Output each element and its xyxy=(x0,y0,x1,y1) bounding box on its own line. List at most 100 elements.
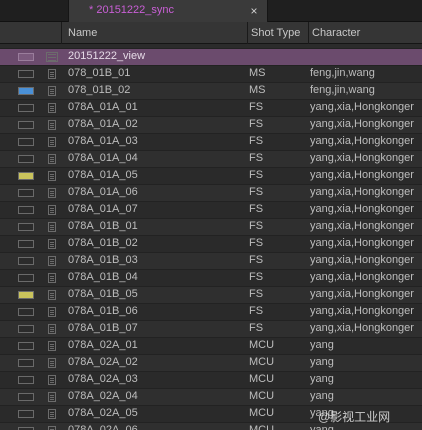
color-label-swatch[interactable] xyxy=(18,172,34,180)
clip-icon xyxy=(48,392,56,402)
row-character: yang,xia,Hongkonger xyxy=(310,220,414,232)
color-label-swatch[interactable] xyxy=(18,104,34,112)
row-shot-type: MCU xyxy=(249,356,275,368)
column-header-shot-type[interactable]: Shot Type xyxy=(248,22,309,44)
row-character: yang,xia,Hongkonger xyxy=(310,305,414,317)
table-row[interactable]: 078A_01A_06 FS yang,xia,Hongkonger xyxy=(0,184,422,201)
clip-icon xyxy=(48,307,56,317)
row-shot-type: MCU xyxy=(249,390,275,402)
clip-icon xyxy=(48,103,56,113)
color-label-swatch[interactable] xyxy=(18,342,34,350)
table-row[interactable]: 078A_01B_06 FS yang,xia,Hongkonger xyxy=(0,303,422,320)
row-name: 078A_01B_07 xyxy=(68,322,138,334)
table-row[interactable]: 078_01B_01 MS feng,jin,wang xyxy=(0,65,422,82)
clip-icon xyxy=(48,409,56,419)
color-label-swatch[interactable] xyxy=(18,410,34,418)
tab-sync[interactable]: * 20151222_sync × xyxy=(68,0,268,22)
clip-icon xyxy=(48,188,56,198)
row-shot-type: FS xyxy=(249,118,264,130)
row-character: yang,xia,Hongkonger xyxy=(310,152,414,164)
table-row[interactable]: 078A_01A_03 FS yang,xia,Hongkonger xyxy=(0,133,422,150)
table-row[interactable]: 078A_01A_04 FS yang,xia,Hongkonger xyxy=(0,150,422,167)
row-name: 20151222_view xyxy=(68,50,146,62)
clip-icon xyxy=(48,273,56,283)
column-header-markers[interactable] xyxy=(0,22,62,44)
clip-icon xyxy=(48,205,56,215)
row-shot-type: MCU xyxy=(249,373,275,385)
color-label-swatch[interactable] xyxy=(18,308,34,316)
row-shot-type: MCU xyxy=(249,424,275,430)
table-row[interactable]: 078A_01B_01 FS yang,xia,Hongkonger xyxy=(0,218,422,235)
table-row[interactable]: 078A_01B_04 FS yang,xia,Hongkonger xyxy=(0,269,422,286)
row-name: 078A_01A_05 xyxy=(68,169,138,181)
row-shot-type: MS xyxy=(249,67,266,79)
color-label-swatch[interactable] xyxy=(18,376,34,384)
row-character: yang,xia,Hongkonger xyxy=(310,254,414,266)
color-label-swatch[interactable] xyxy=(18,274,34,282)
color-label-swatch[interactable] xyxy=(18,87,34,95)
table-row[interactable]: 078A_02A_04 MCU yang xyxy=(0,388,422,405)
color-label-swatch[interactable] xyxy=(18,138,34,146)
color-label-swatch[interactable] xyxy=(18,291,34,299)
table-row[interactable]: 078A_01B_02 FS yang,xia,Hongkonger xyxy=(0,235,422,252)
clip-icon xyxy=(48,358,56,368)
color-label-swatch[interactable] xyxy=(18,189,34,197)
close-icon[interactable]: × xyxy=(247,4,261,18)
table-row[interactable]: 078A_01A_01 FS yang,xia,Hongkonger xyxy=(0,99,422,116)
color-label-swatch[interactable] xyxy=(18,359,34,367)
color-label-swatch[interactable] xyxy=(18,53,34,61)
clip-icon xyxy=(48,341,56,351)
tab-bar: * 20151222_sync × xyxy=(0,0,422,22)
row-shot-type: FS xyxy=(249,271,264,283)
row-name: 078_01B_01 xyxy=(68,67,131,79)
table-row[interactable]: 078A_01A_02 FS yang,xia,Hongkonger xyxy=(0,116,422,133)
clip-icon xyxy=(48,256,56,266)
color-label-swatch[interactable] xyxy=(18,155,34,163)
row-character: yang,xia,Hongkonger xyxy=(310,322,414,334)
column-header-character[interactable]: Character xyxy=(309,22,422,44)
row-character: yang,xia,Hongkonger xyxy=(310,169,414,181)
row-shot-type: FS xyxy=(249,288,264,300)
column-header: Name Shot Type Character xyxy=(0,22,422,44)
table-row[interactable]: 078A_01A_07 FS yang,xia,Hongkonger xyxy=(0,201,422,218)
row-shot-type: MS xyxy=(249,84,266,96)
color-label-swatch[interactable] xyxy=(18,240,34,248)
row-name: 078A_01A_01 xyxy=(68,101,138,113)
row-character: yang,xia,Hongkonger xyxy=(310,271,414,283)
grid-icon xyxy=(46,52,58,62)
row-character: yang xyxy=(310,390,334,402)
column-header-name[interactable]: Name xyxy=(62,22,248,44)
color-label-swatch[interactable] xyxy=(18,206,34,214)
color-label-swatch[interactable] xyxy=(18,70,34,78)
row-character: yang,xia,Hongkonger xyxy=(310,203,414,215)
row-name: 078A_02A_01 xyxy=(68,339,138,351)
row-shot-type: FS xyxy=(249,135,264,147)
table-row[interactable]: 078A_01B_03 FS yang,xia,Hongkonger xyxy=(0,252,422,269)
table-row[interactable]: 078A_02A_01 MCU yang xyxy=(0,337,422,354)
clip-icon xyxy=(48,426,56,430)
row-character: yang xyxy=(310,356,334,368)
tab-label: * 20151222_sync xyxy=(89,4,175,16)
color-label-swatch[interactable] xyxy=(18,121,34,129)
bin-row[interactable]: 20151222_view xyxy=(0,48,422,65)
table-row[interactable]: 078A_02A_03 MCU yang xyxy=(0,371,422,388)
color-label-swatch[interactable] xyxy=(18,223,34,231)
clip-icon xyxy=(48,324,56,334)
table-row[interactable]: 078A_01B_05 FS yang,xia,Hongkonger xyxy=(0,286,422,303)
row-shot-type: FS xyxy=(249,305,264,317)
clip-icon xyxy=(48,86,56,96)
row-name: 078A_02A_06 xyxy=(68,424,138,430)
table-row[interactable]: 078A_01A_05 FS yang,xia,Hongkonger xyxy=(0,167,422,184)
row-name: 078A_01A_06 xyxy=(68,186,138,198)
color-label-swatch[interactable] xyxy=(18,393,34,401)
table-row[interactable]: 078_01B_02 MS feng,jin,wang xyxy=(0,82,422,99)
color-label-swatch[interactable] xyxy=(18,325,34,333)
row-name: 078A_01B_02 xyxy=(68,237,138,249)
row-shot-type: MCU xyxy=(249,407,275,419)
row-name: 078A_02A_02 xyxy=(68,356,138,368)
table-row[interactable]: 078A_01B_07 FS yang,xia,Hongkonger xyxy=(0,320,422,337)
color-label-swatch[interactable] xyxy=(18,257,34,265)
table-row[interactable]: 078A_02A_02 MCU yang xyxy=(0,354,422,371)
clip-icon xyxy=(48,69,56,79)
clip-icon xyxy=(48,137,56,147)
